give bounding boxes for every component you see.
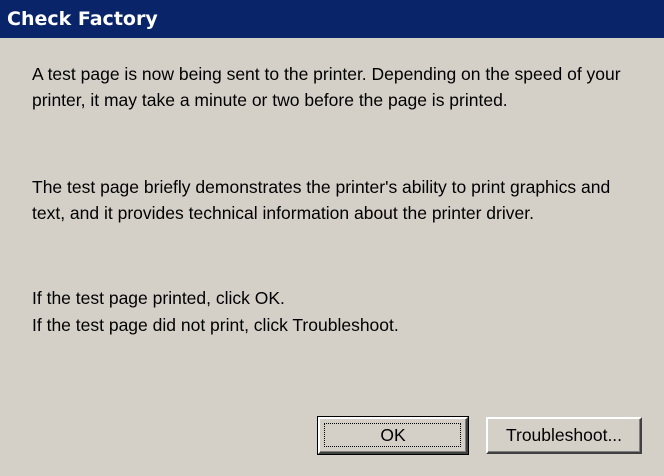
message-line-ok: If the test page printed, click OK.	[32, 288, 285, 308]
title-bar[interactable]: Check Factory	[0, 0, 664, 38]
window-title: Check Factory	[7, 8, 158, 30]
message-line-troubleshoot: If the test page did not print, click Tr…	[32, 315, 399, 335]
ok-button-label: OK	[380, 425, 406, 445]
message-paragraph-sending: A test page is now being sent to the pri…	[32, 64, 621, 110]
troubleshoot-button[interactable]: Troubleshoot...	[486, 417, 642, 454]
message-paragraph-description: The test page briefly demonstrates the p…	[32, 177, 611, 223]
troubleshoot-button-label: Troubleshoot...	[505, 425, 623, 445]
check-factory-dialog: Check Factory A test page is now being s…	[0, 0, 664, 476]
ok-button[interactable]: OK	[317, 416, 469, 455]
